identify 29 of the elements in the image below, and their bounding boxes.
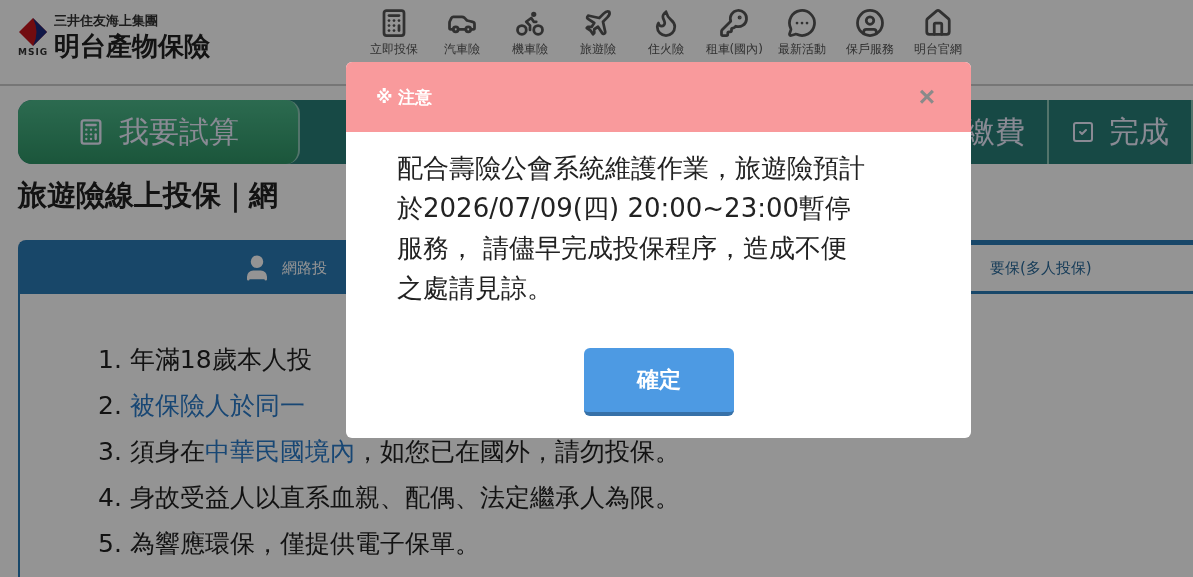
home-icon <box>923 8 954 38</box>
dialog-title: ※ 注意 <box>376 85 433 109</box>
group-name: 三井住友海上集團 <box>54 12 160 30</box>
page-title: 旅遊險線上投保｜網 <box>18 177 278 215</box>
logo-caption: MSIG <box>18 47 49 57</box>
chat-icon <box>787 8 818 38</box>
nav-link[interactable]: 明台官網 <box>904 8 973 58</box>
nav-link[interactable]: 最新活動 <box>768 8 837 58</box>
nav-link[interactable]: 機車險 <box>496 8 565 58</box>
nav-link[interactable]: 住火險 <box>632 8 701 58</box>
user-icon <box>855 8 886 38</box>
logo-icon <box>18 17 49 47</box>
nav-link[interactable]: 保戶服務 <box>836 8 905 58</box>
note-item: 5. 為響應環保，僅提供電子保單。 <box>98 528 481 560</box>
nav-link[interactable]: 租車(國內) <box>700 8 769 58</box>
note-link[interactable]: 中華民國境內 <box>204 437 355 466</box>
nav-link[interactable]: 立即投保 <box>360 8 429 58</box>
confirm-button[interactable]: 確定 <box>583 348 734 416</box>
nav-link[interactable]: 旅遊險 <box>564 8 633 58</box>
dialog-message: 配合壽險公會系統維護作業，旅遊險預計於2026/07/09(四) 20:00~23:00暫停服務， 請儘早完成投保程序，造成不便之處請見諒。 <box>397 152 866 305</box>
nav-link[interactable]: 汽車險 <box>428 8 497 58</box>
note-item: 4. 身故受益人以直系血親、配偶、法定繼承人為限。 <box>98 482 681 514</box>
key-icon <box>719 8 750 38</box>
note-item: 1. 年滿18歲本人投 <box>98 344 313 376</box>
step: 我要試算 <box>18 100 300 164</box>
checkbox-icon <box>1071 120 1095 144</box>
plane-icon <box>583 8 614 38</box>
note-link[interactable]: 被保險人於同一 <box>129 391 305 420</box>
company-name: 明台產物保險 <box>54 30 211 62</box>
